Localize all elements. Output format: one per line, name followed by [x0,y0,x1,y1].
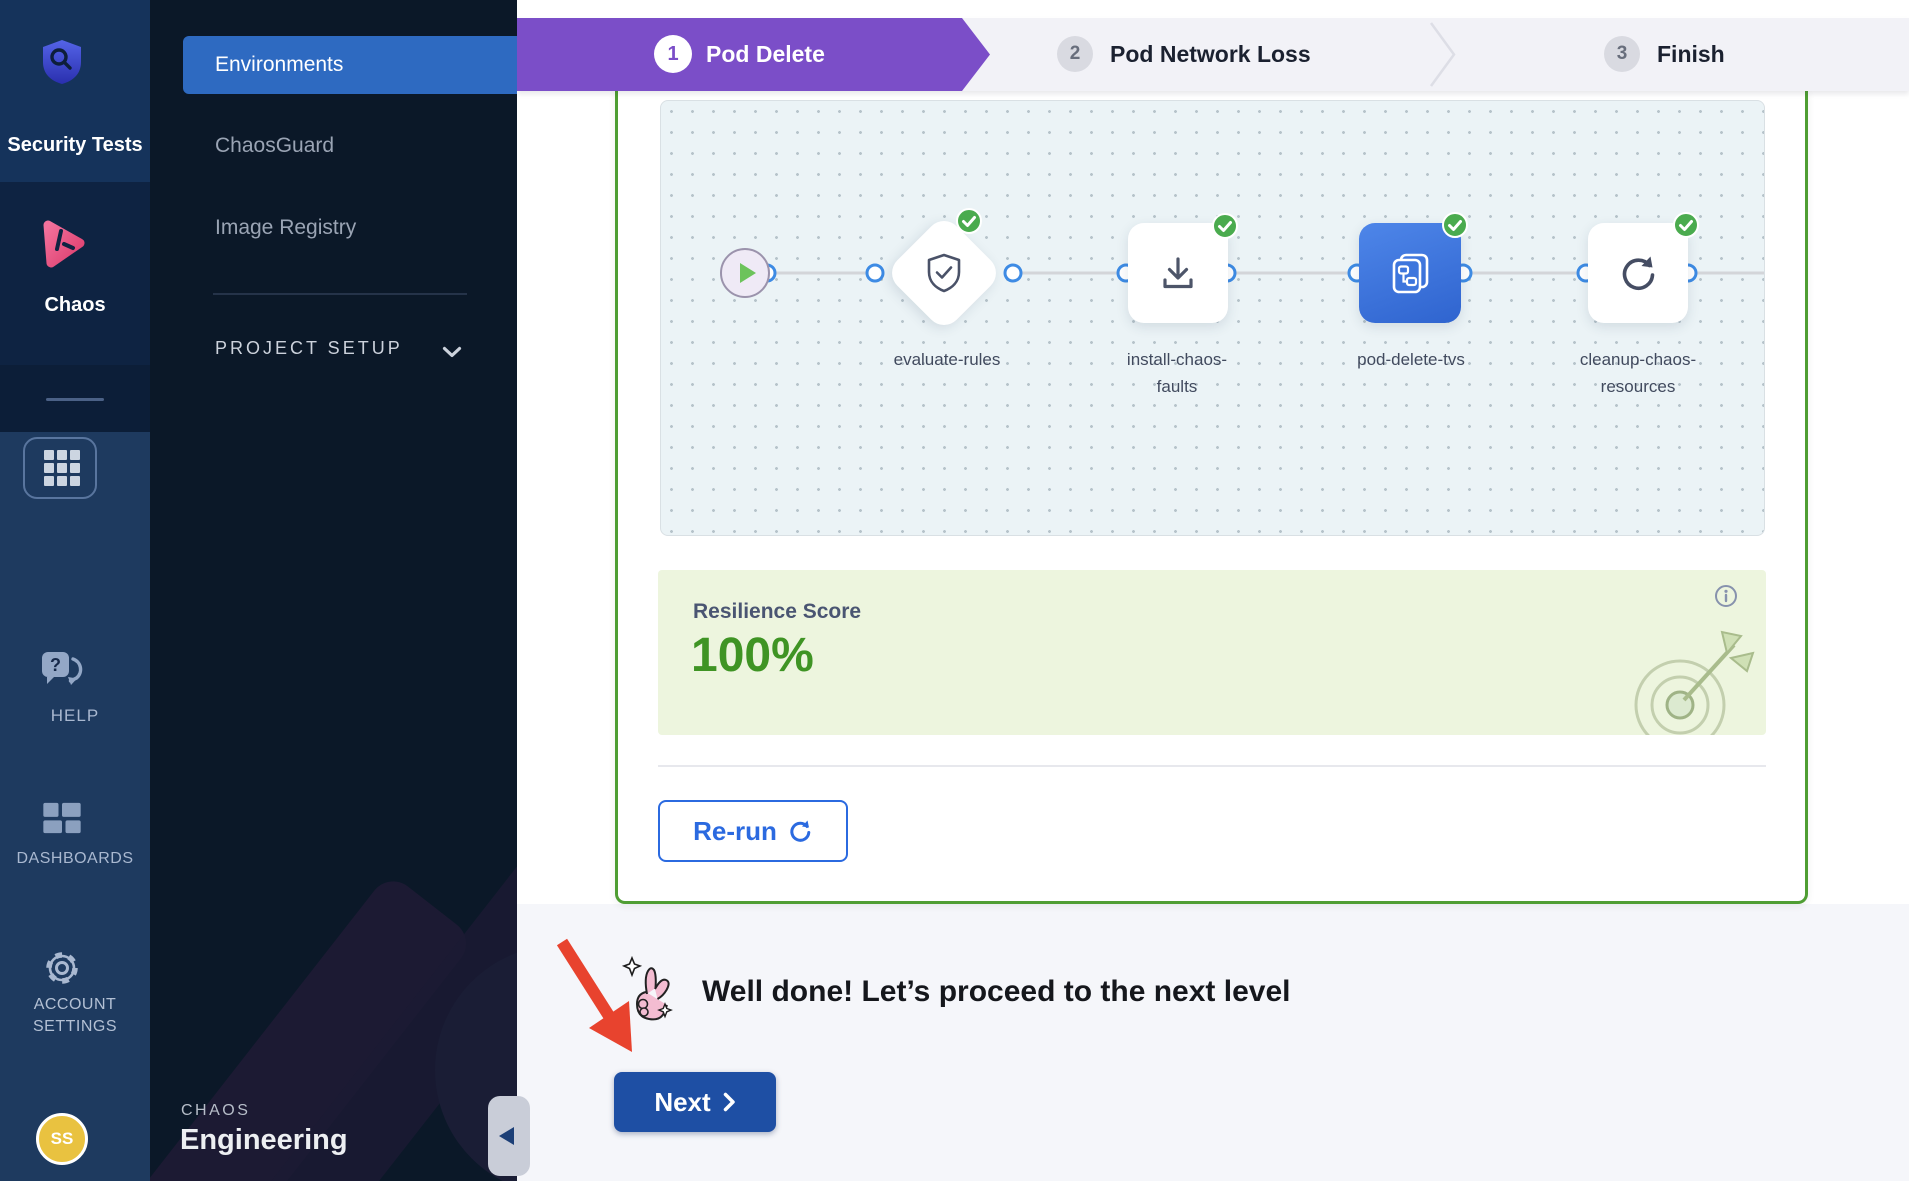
experiment-docs-icon [1387,250,1433,296]
step-number-badge: 1 [654,35,692,73]
node-label: install-chaos-faults [1112,346,1242,400]
node-label: cleanup-chaos-resources [1573,346,1703,400]
wizard-stepper: 1 Pod Delete 2 Pod Network Loss 3 Finish [517,18,1909,91]
next-button-label: Next [654,1087,710,1118]
resilience-score-title: Resilience Score [693,600,861,624]
success-badge [956,208,982,234]
tab-pod-network-loss[interactable]: 2 Pod Network Loss [1057,36,1311,72]
download-icon [1156,251,1200,295]
node-cleanup-chaos-resources[interactable] [1588,223,1688,323]
step-number-badge: 2 [1057,36,1093,72]
tab-pod-delete[interactable]: 1 Pod Delete [654,35,825,73]
play-icon [740,263,756,283]
sidebar-item-chaosguard[interactable]: ChaosGuard [215,134,334,158]
rerun-button[interactable]: Re-run [658,800,848,862]
module-label: Chaos [0,294,150,317]
grid-icon [44,450,80,486]
success-badge [1673,212,1699,238]
top-white-strip [517,0,1909,18]
module-chaos[interactable]: Chaos [0,182,150,365]
chevron-right-icon [723,1092,736,1112]
resilience-score-panel: Resilience Score 100% [658,570,1766,735]
module-label: Security Tests [0,134,150,157]
chaos-logo-icon [36,216,88,270]
shield-check-icon [924,252,964,294]
pipeline-start-node[interactable] [720,248,770,298]
red-pointer-arrow [548,936,658,1068]
success-badge [1442,212,1468,238]
svg-text:?: ? [50,655,61,675]
target-dart-illustration [1628,625,1760,735]
rerun-button-label: Re-run [693,816,777,847]
page: 1 Pod Delete 2 Pod Network Loss 3 Finish [0,0,1909,1181]
account-settings-label-line1[interactable]: ACCOUNT [0,996,150,1014]
module-category-label: CHAOS [181,1102,250,1120]
dashboards-icon[interactable] [41,800,83,836]
module-security-tests[interactable]: Security Tests [0,0,150,182]
step-number-badge: 3 [1604,36,1640,72]
stepper-divider-chevron [1428,20,1458,89]
dashboards-label[interactable]: DASHBOARDS [0,850,150,868]
help-chat-icon[interactable]: ? [38,650,86,694]
help-label[interactable]: HELP [0,706,150,726]
experiment-result-card: evaluate-rules install-chaos-faults pod-… [615,91,1808,904]
well-done-message: Well done! Let’s proceed to the next lev… [702,975,1290,1009]
step-label: Pod Delete [706,41,825,68]
gear-icon[interactable] [40,946,84,990]
project-sidebar: Environments ChaosGuard Image Registry P… [150,0,517,1181]
card-divider [658,765,1766,767]
module-rail: Security Tests Chaos ? HE [0,0,150,1181]
sidebar-collapse-handle[interactable] [488,1096,530,1176]
pipeline-canvas: evaluate-rules install-chaos-faults pod-… [660,100,1765,536]
avatar-initials: SS [51,1129,74,1149]
refresh-icon [1616,251,1660,295]
sidebar-item-image-registry[interactable]: Image Registry [215,216,356,240]
node-pod-delete-tvs[interactable] [1359,223,1461,323]
user-avatar[interactable]: SS [36,1113,88,1165]
resilience-score-value: 100% [691,628,814,683]
next-button[interactable]: Next [614,1072,776,1132]
rail-divider [46,398,104,401]
step-label: Pod Network Loss [1110,41,1311,68]
bottom-strip-background [517,904,1909,1181]
chevron-down-icon[interactable] [442,346,462,358]
sidebar-section-project-setup[interactable]: PROJECT SETUP [215,338,403,359]
success-badge [1212,213,1238,239]
chevron-left-icon [499,1127,514,1145]
node-label: pod-delete-tvs [1346,346,1476,373]
rerun-refresh-icon [787,818,813,844]
sidebar-item-label: Environments [215,53,343,77]
tab-finish[interactable]: 3 Finish [1604,36,1725,72]
account-settings-label-line2[interactable]: SETTINGS [0,1018,150,1036]
module-name-label: Engineering [180,1124,348,1157]
sidebar-divider [213,293,467,295]
info-icon[interactable] [1714,584,1738,608]
node-label: evaluate-rules [882,346,1012,373]
step-label: Finish [1657,41,1725,68]
shield-search-icon [39,38,85,86]
sidebar-item-environments[interactable]: Environments [183,36,517,94]
